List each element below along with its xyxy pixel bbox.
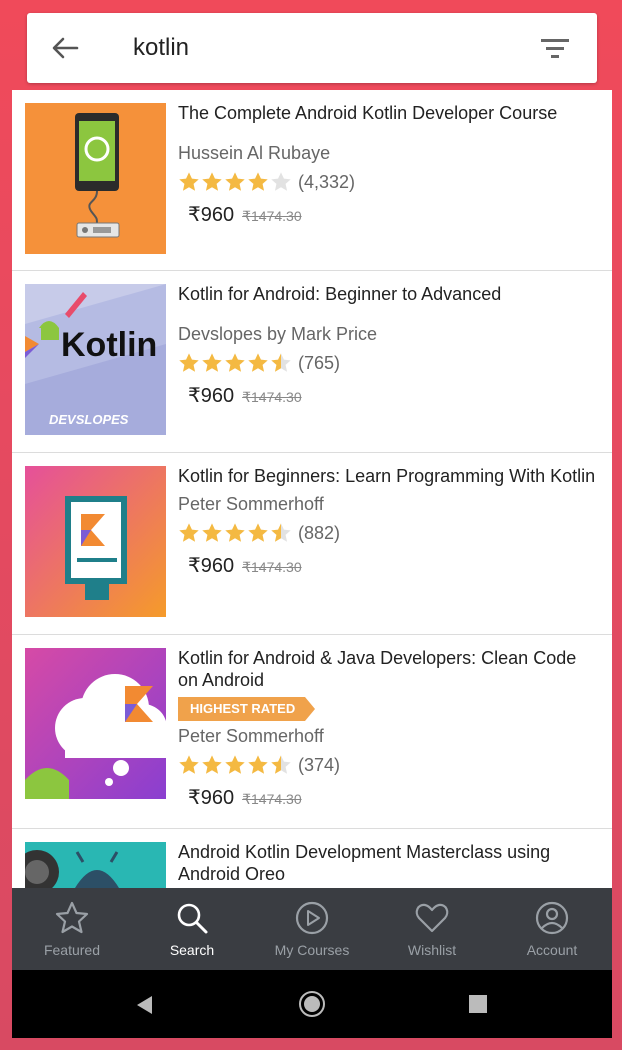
course-row[interactable]: Kotlin DEVSLOPES Kotlin for Android: Beg… xyxy=(12,271,612,453)
star-rating xyxy=(178,171,292,193)
filter-icon[interactable] xyxy=(539,35,571,61)
nav-label: Wishlist xyxy=(407,942,457,958)
search-input[interactable]: kotlin xyxy=(133,33,189,63)
star-empty-icon xyxy=(271,172,291,191)
star-filled-icon xyxy=(202,523,222,542)
recents-square-icon[interactable] xyxy=(468,994,488,1014)
course-row[interactable]: Kotlin for Beginners: Learn Programming … xyxy=(12,453,612,635)
system-nav-bar xyxy=(12,970,612,1038)
course-title: Kotlin for Android: Beginner to Advanced xyxy=(178,284,502,304)
star-filled-icon xyxy=(225,353,245,372)
original-price: ₹1474.30 xyxy=(242,208,302,224)
play-circle-icon xyxy=(295,901,329,935)
back-triangle-icon[interactable] xyxy=(134,994,156,1016)
star-half-icon xyxy=(271,523,291,542)
course-title: Kotlin for Android & Java Developers: Cl… xyxy=(178,648,577,690)
star-filled-icon xyxy=(248,523,268,542)
price-block: ₹960 ₹1474.30 xyxy=(178,785,598,810)
star-rating xyxy=(178,522,292,544)
course-thumbnail: Kotlin DEVSLOPES xyxy=(25,284,166,435)
search-bar: kotlin xyxy=(27,13,597,83)
rating: (374) xyxy=(178,753,598,777)
nav-account[interactable]: Account xyxy=(492,888,612,970)
star-filled-icon xyxy=(225,755,245,774)
search-icon xyxy=(177,903,208,934)
star-filled-icon xyxy=(179,172,199,191)
nav-label: Search xyxy=(169,942,215,958)
course-row[interactable]: Kotlin for Android & Java Developers: Cl… xyxy=(12,635,612,829)
star-rating xyxy=(178,754,292,776)
highest-rated-badge: HIGHEST RATED xyxy=(178,697,316,721)
course-row[interactable]: Android Kotlin Development Masterclass u… xyxy=(12,829,612,888)
price: ₹960 xyxy=(188,555,235,577)
star-filled-icon xyxy=(179,353,199,372)
rating-count: (374) xyxy=(298,754,341,775)
course-list: The Complete Android Kotlin Developer Co… xyxy=(12,90,612,888)
rating-count: (882) xyxy=(298,522,341,543)
nav-label: Featured xyxy=(43,942,101,958)
price-block: ₹960 ₹1474.30 xyxy=(178,553,598,578)
home-circle-icon[interactable] xyxy=(298,990,326,1018)
back-arrow-icon[interactable] xyxy=(49,33,81,63)
star-half-icon xyxy=(271,755,291,774)
account-icon xyxy=(535,901,569,935)
rating: (882) xyxy=(178,521,598,545)
star-filled-icon xyxy=(248,755,268,774)
nav-label: Account xyxy=(526,942,578,958)
rating: (765) xyxy=(178,351,598,375)
star-filled-icon xyxy=(248,353,268,372)
course-author: Peter Sommerhoff xyxy=(178,494,324,514)
heart-icon xyxy=(415,903,449,933)
star-filled-icon xyxy=(202,353,222,372)
course-thumbnail xyxy=(25,648,166,799)
course-thumbnail xyxy=(25,842,166,888)
course-row[interactable]: The Complete Android Kotlin Developer Co… xyxy=(12,90,612,271)
rating: (4,332) xyxy=(178,170,598,194)
star-filled-icon xyxy=(225,172,245,191)
price: ₹960 xyxy=(188,385,235,407)
nav-wishlist[interactable]: Wishlist xyxy=(372,888,492,970)
bottom-nav: Featured Search My Courses Wishlist Acco… xyxy=(12,888,612,970)
star-filled-icon xyxy=(248,172,268,191)
svg-text:Kotlin: Kotlin xyxy=(61,326,157,364)
star-rating xyxy=(178,352,292,374)
nav-label: My Courses xyxy=(274,942,350,958)
price-block: ₹960 ₹1474.30 xyxy=(178,202,598,227)
course-author: Hussein Al Rubaye xyxy=(178,143,331,163)
course-title: The Complete Android Kotlin Developer Co… xyxy=(178,103,558,123)
original-price: ₹1474.30 xyxy=(242,559,302,575)
star-filled-icon xyxy=(202,755,222,774)
star-filled-icon xyxy=(202,172,222,191)
star-filled-icon xyxy=(179,755,199,774)
star-filled-icon xyxy=(179,523,199,542)
price-block: ₹960 ₹1474.30 xyxy=(178,383,598,408)
price: ₹960 xyxy=(188,204,235,226)
rating-count: (4,332) xyxy=(298,171,356,192)
price: ₹960 xyxy=(188,787,235,809)
course-thumbnail xyxy=(25,466,166,617)
nav-my-courses[interactable]: My Courses xyxy=(252,888,372,970)
svg-text:DEVSLOPES: DEVSLOPES xyxy=(49,412,129,427)
original-price: ₹1474.30 xyxy=(242,389,302,405)
course-thumbnail xyxy=(25,103,166,254)
course-title: Kotlin for Beginners: Learn Programming … xyxy=(178,466,596,486)
original-price: ₹1474.30 xyxy=(242,791,302,807)
star-filled-icon xyxy=(225,523,245,542)
course-author: Devslopes by Mark Price xyxy=(178,324,378,344)
nav-featured[interactable]: Featured xyxy=(12,888,132,970)
nav-search[interactable]: Search xyxy=(132,888,252,970)
rating-count: (765) xyxy=(298,352,341,373)
star-icon xyxy=(55,901,89,934)
course-author: Peter Sommerhoff xyxy=(178,726,324,746)
star-half-icon xyxy=(271,353,291,372)
course-title: Android Kotlin Development Masterclass u… xyxy=(178,842,551,884)
